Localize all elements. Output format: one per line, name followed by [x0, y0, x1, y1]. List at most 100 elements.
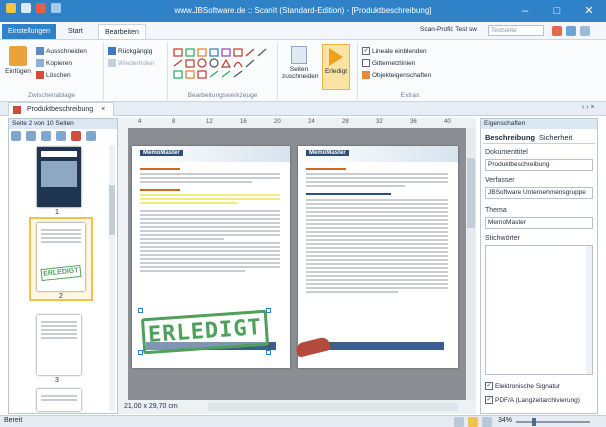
scan-profile-field[interactable]: Testseite: [488, 25, 544, 36]
page-copy-icon[interactable]: [25, 131, 36, 141]
tools-group: Bearbeitungswerkzeuge: [168, 42, 278, 100]
zoom-slider[interactable]: [516, 418, 590, 426]
thumbnail-scrollbar[interactable]: [109, 145, 115, 411]
minimize-button[interactable]: –: [514, 3, 536, 19]
ruler-tick: 12: [206, 119, 213, 125]
tab-start[interactable]: Start: [62, 24, 89, 39]
close-button[interactable]: ✕: [578, 3, 600, 19]
help-icon[interactable]: [566, 26, 576, 36]
clipboard-group: Einfügen Ausschneiden Kopieren Löschen Z…: [0, 42, 104, 100]
page-rotate-icon[interactable]: [85, 131, 96, 141]
object-properties-button[interactable]: Objekteigenschaften: [362, 70, 431, 81]
horizontal-scrollbar[interactable]: [208, 403, 458, 411]
tab-description[interactable]: Beschreibung: [485, 133, 535, 142]
tab-scroll-arrows-icon[interactable]: ‹ › ×: [582, 104, 595, 111]
thumbnail-panel: Seite 2 von 10 Seiten 1 ERLEDIGT 2 3: [8, 118, 118, 414]
page-left-logo: MemoMaster: [140, 150, 183, 156]
ruler-tick: 24: [308, 119, 315, 125]
view-double-icon[interactable]: [468, 417, 478, 427]
subject-label: Thema: [485, 207, 507, 214]
title-bar: www.JBSoftware.de :: ScanIt (Standard-Ed…: [0, 0, 606, 22]
tab-bearbeiten[interactable]: Bearbeiten: [98, 24, 146, 39]
thumbnail-page-3[interactable]: [37, 315, 81, 375]
redo-button[interactable]: Wiederholen: [108, 58, 155, 69]
cut-button[interactable]: Ausschneiden: [36, 46, 87, 57]
subject-field[interactable]: MemoMaster: [485, 217, 593, 229]
ruler-tick: 40: [444, 119, 451, 125]
document-page-right[interactable]: MemoMaster: [298, 146, 458, 368]
ruler-tick: 28: [342, 119, 349, 125]
title-label: Dokumenttitel: [485, 149, 528, 156]
undo-button[interactable]: Rückgängig: [108, 46, 152, 57]
done-icon: [329, 48, 343, 66]
ribbon-tab-row: Einstellungen Start Bearbeiten Scan-Prof…: [0, 22, 606, 40]
cut-label: Ausschneiden: [46, 48, 87, 55]
delete-label: Löschen: [46, 72, 71, 79]
copy-button[interactable]: Kopieren: [36, 58, 72, 69]
clipboard-group-label: Zwischenablage: [28, 92, 75, 99]
thumbnail-stamp: ERLEDIGT: [40, 264, 82, 282]
thumbnail-number-1: 1: [55, 209, 59, 216]
tools-icons: [173, 48, 267, 79]
page-add-icon[interactable]: [11, 131, 21, 141]
crop-pages-button[interactable]: Seiten zuschneiden: [282, 46, 319, 80]
ruler-tick: 32: [376, 119, 383, 125]
document-canvas[interactable]: 4 8 12 16 20 24 28 32 36 40 MemoMaster E…: [118, 118, 476, 414]
page-right-text: [306, 168, 448, 293]
settings-icon[interactable]: [580, 26, 590, 36]
thumbnail-page-2: ERLEDIGT: [37, 223, 85, 291]
canvas-scroll-thumb[interactable]: [467, 158, 475, 228]
selection-handle[interactable]: [266, 308, 271, 313]
extras-group-label: Extras: [400, 92, 420, 99]
gridlines-checkbox[interactable]: Gitternetzlinien: [362, 58, 415, 69]
keywords-scrollbar[interactable]: [586, 246, 592, 374]
extras-buttons-group: Seiten zuschneiden Erledigt: [278, 42, 358, 100]
delete-button[interactable]: Löschen: [36, 70, 71, 81]
page-size-readout: 21,00 x 29,70 cm: [124, 403, 178, 410]
page-delete-icon[interactable]: [70, 131, 81, 141]
tab-security[interactable]: Sicherheit: [539, 133, 572, 142]
selection-handle[interactable]: [138, 308, 143, 313]
tools-group-label: Bearbeitungswerkzeuge: [187, 92, 258, 99]
redo-icon: [108, 59, 116, 68]
document-tab-bar: Produktbeschreibung × ‹ › ×: [0, 102, 606, 116]
author-field[interactable]: JBSoftware Unternehmensgruppe: [485, 187, 593, 199]
document-tab[interactable]: Produktbeschreibung ×: [8, 102, 115, 116]
page-print-icon[interactable]: [55, 131, 66, 141]
selection-handle[interactable]: [138, 350, 143, 355]
pdfa-checkbox[interactable]: ✓ PDF/A (Langzeitarchivierung): [485, 395, 580, 406]
thumb1-image: [41, 161, 77, 187]
done-label: Erledigt: [324, 68, 348, 75]
drawing-tools-palette[interactable]: [172, 46, 272, 80]
paste-label: Einfügen: [5, 68, 31, 75]
done-button[interactable]: Erledigt: [322, 44, 350, 90]
thumbnail-number-3: 3: [55, 377, 59, 384]
thumbnail-page-1[interactable]: [37, 147, 81, 207]
ruler-tick: 20: [274, 119, 281, 125]
paste-icon: [9, 46, 27, 66]
checkmark-icon: ✓: [485, 382, 493, 391]
view-single-icon[interactable]: [454, 417, 464, 427]
selection-handle[interactable]: [266, 350, 271, 355]
pdf-icon: [13, 106, 21, 114]
thumbnail-scroll-thumb[interactable]: [109, 185, 115, 235]
show-rulers-checkbox[interactable]: ✓ Lineale einblenden: [362, 46, 427, 57]
canvas-scrollbar[interactable]: [466, 128, 476, 400]
thumbnail-selected-frame[interactable]: ERLEDIGT 2: [29, 217, 93, 301]
paste-button[interactable]: Einfügen: [4, 46, 32, 75]
view-fit-icon[interactable]: [482, 417, 492, 427]
thumbnail-toolbar: [11, 131, 115, 141]
canvas-footer: 21,00 x 29,70 cm: [118, 400, 476, 414]
checkmark-icon: ✓: [485, 396, 493, 405]
keywords-field[interactable]: [485, 245, 593, 375]
maximize-button[interactable]: □: [546, 3, 568, 19]
profile-tool-icon[interactable]: [552, 26, 562, 36]
signature-checkbox[interactable]: ✓ Elektronische Signatur: [485, 381, 560, 392]
page-save-icon[interactable]: [40, 131, 51, 141]
close-tab-icon[interactable]: ×: [101, 106, 105, 113]
thumbnail-page-4[interactable]: [37, 389, 81, 411]
title-field[interactable]: Produktbeschreibung: [485, 159, 593, 171]
pdfa-label: PDF/A (Langzeitarchivierung): [495, 397, 580, 404]
zoom-slider-thumb[interactable]: [532, 418, 536, 426]
tab-einstellungen[interactable]: Einstellungen: [2, 24, 57, 39]
